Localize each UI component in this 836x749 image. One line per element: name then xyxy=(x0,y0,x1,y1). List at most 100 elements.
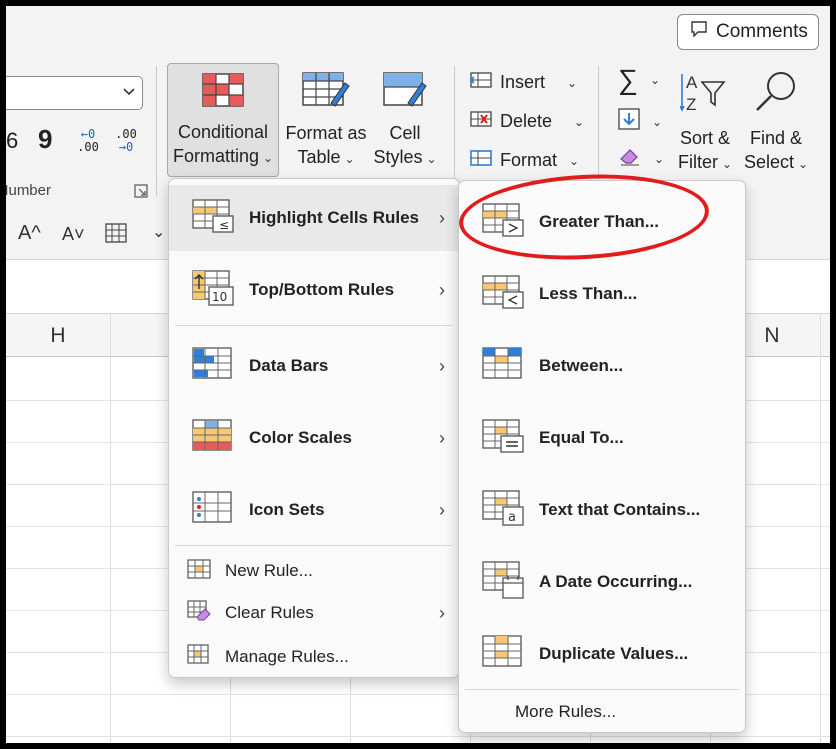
menu-item-color-scales[interactable]: Color Scales › xyxy=(169,403,459,473)
dialog-launcher-icon[interactable] xyxy=(134,184,148,198)
comment-icon xyxy=(690,21,708,43)
text-contains-icon: a xyxy=(481,489,525,532)
duplicate-values-icon xyxy=(481,634,525,675)
menu-item-label: Between... xyxy=(539,356,624,375)
increase-decimal-button[interactable]: ←0 .00 xyxy=(74,128,102,154)
chevron-down-icon: ⌄ xyxy=(652,114,663,129)
menu-item-label: Equal To... xyxy=(539,428,624,447)
color-scales-icon xyxy=(191,418,235,459)
comments-button[interactable]: Comments xyxy=(677,14,819,50)
cf-label-line1: Conditional xyxy=(177,122,269,142)
insert-button[interactable]: Insert ⌄ xyxy=(469,70,577,95)
menu-separator xyxy=(465,689,739,690)
format-button[interactable]: Format ⌄ xyxy=(470,148,579,173)
menu-item-label: Color Scales xyxy=(249,428,352,447)
number-format-select[interactable] xyxy=(6,76,143,110)
new-rule-icon xyxy=(187,558,211,584)
fill-button[interactable]: ⌄ xyxy=(618,108,662,135)
menu-item-duplicate-values[interactable]: Duplicate Values... xyxy=(459,619,745,689)
insert-cells-icon xyxy=(469,70,492,95)
menu-item-highlight-cells-rules[interactable]: ≤ Highlight Cells Rules › xyxy=(169,185,459,251)
menu-item-data-bars[interactable]: Data Bars › xyxy=(169,331,459,401)
clear-button[interactable]: ⌄ xyxy=(618,146,664,171)
date-occurring-icon xyxy=(481,560,525,605)
menu-item-more-rules[interactable]: More Rules... xyxy=(459,693,745,731)
sort-filter-icon: A Z xyxy=(674,70,736,120)
chevron-down-icon: ⌄ xyxy=(574,114,585,129)
svg-text:A: A xyxy=(686,73,698,92)
chevron-down-icon: ⌄ xyxy=(262,151,274,165)
group-divider xyxy=(454,66,455,196)
format-as-table-line1: Format as xyxy=(285,123,367,143)
svg-text:a: a xyxy=(508,510,516,525)
chevron-down-icon: ⌄ xyxy=(426,152,437,166)
find-select-button[interactable]: Find & Select ⌄ xyxy=(740,70,812,176)
chevron-down-icon: ⌄ xyxy=(654,151,665,166)
menu-item-icon-sets[interactable]: Icon Sets › xyxy=(169,475,459,545)
equal-to-icon xyxy=(481,418,525,459)
menu-separator xyxy=(175,545,453,546)
menu-item-label: Duplicate Values... xyxy=(539,644,689,663)
menu-item-text-contains[interactable]: a Text that Contains... xyxy=(459,475,745,545)
gridline xyxy=(820,313,821,743)
cf-label-line2: Formatting xyxy=(172,146,259,166)
chevron-right-icon: › xyxy=(439,499,445,520)
sort-filter-line2: Filter xyxy=(677,152,718,172)
borders-icon[interactable] xyxy=(104,222,128,250)
chevron-down-icon[interactable]: ⌄ xyxy=(152,222,165,242)
comma-style-button[interactable]: 9 xyxy=(38,124,52,155)
menu-item-less-than[interactable]: Less Than... xyxy=(459,259,745,329)
chevron-right-icon: › xyxy=(439,355,445,376)
menu-item-label: More Rules... xyxy=(515,702,617,721)
sort-filter-line1: Sort & xyxy=(679,128,731,148)
svg-text:≤: ≤ xyxy=(219,218,229,232)
menu-item-label: Clear Rules xyxy=(225,603,314,622)
menu-item-top-bottom-rules[interactable]: 10 Top/Bottom Rules › xyxy=(169,257,459,323)
chevron-right-icon: › xyxy=(439,207,445,228)
fill-down-icon xyxy=(618,108,640,135)
conditional-formatting-button[interactable]: Conditional Formatting ⌄ xyxy=(167,63,279,177)
icon-sets-icon xyxy=(191,490,235,531)
cell-styles-line2: Styles xyxy=(373,147,423,167)
between-icon xyxy=(481,346,525,387)
menu-item-clear-rules[interactable]: Clear Rules › xyxy=(169,593,459,633)
conditional-formatting-menu: ≤ Highlight Cells Rules › 10 Top/Bottom … xyxy=(168,178,460,678)
delete-label: Delete xyxy=(500,111,553,131)
percent-style-button[interactable]: 6 xyxy=(6,128,18,154)
chevron-down-icon: ⌄ xyxy=(797,157,809,171)
autosum-button[interactable]: ∑ ⌄ xyxy=(618,64,660,96)
sort-filter-button[interactable]: A Z Sort & Filter ⌄ xyxy=(674,70,736,176)
decrease-decimal-bottom: →0 xyxy=(118,140,134,154)
svg-text:Z: Z xyxy=(686,95,696,114)
increase-font-size-button[interactable]: A^ xyxy=(18,222,41,245)
delete-button[interactable]: Delete ⌄ xyxy=(470,109,584,134)
menu-item-label: Top/Bottom Rules xyxy=(249,280,395,299)
less-than-icon xyxy=(481,274,525,315)
gridline xyxy=(110,313,111,743)
decrease-decimal-button[interactable]: .00 →0 xyxy=(112,128,140,154)
delete-cells-icon xyxy=(470,109,492,134)
format-cells-icon xyxy=(470,148,492,173)
menu-item-label: Data Bars xyxy=(249,356,329,375)
cell-styles-button[interactable]: Cell Styles ⌄ xyxy=(372,71,438,171)
group-divider xyxy=(156,66,157,196)
chevron-down-icon: ⌄ xyxy=(649,73,661,87)
menu-item-label: Highlight Cells Rules xyxy=(249,208,420,227)
column-header-h[interactable]: H xyxy=(6,314,110,358)
menu-item-manage-rules[interactable]: Manage Rules... xyxy=(169,637,459,677)
menu-item-equal-to[interactable]: Equal To... xyxy=(459,403,745,473)
insert-label: Insert xyxy=(500,72,546,92)
sigma-icon: ∑ xyxy=(618,64,638,95)
data-bars-icon xyxy=(191,346,235,387)
menu-item-between[interactable]: Between... xyxy=(459,331,745,401)
decrease-font-size-button[interactable]: A˅ xyxy=(62,224,85,245)
menu-item-label: A Date Occurring... xyxy=(539,572,693,591)
menu-item-new-rule[interactable]: New Rule... xyxy=(169,551,459,591)
menu-item-label: New Rule... xyxy=(225,561,313,580)
svg-text:10: 10 xyxy=(212,290,227,304)
chevron-right-icon: › xyxy=(439,279,445,300)
conditional-formatting-icon xyxy=(168,72,278,114)
format-as-table-button[interactable]: Format as Table ⌄ xyxy=(282,71,370,171)
cell-styles-icon xyxy=(372,71,438,115)
menu-item-date-occurring[interactable]: A Date Occurring... xyxy=(459,547,745,617)
